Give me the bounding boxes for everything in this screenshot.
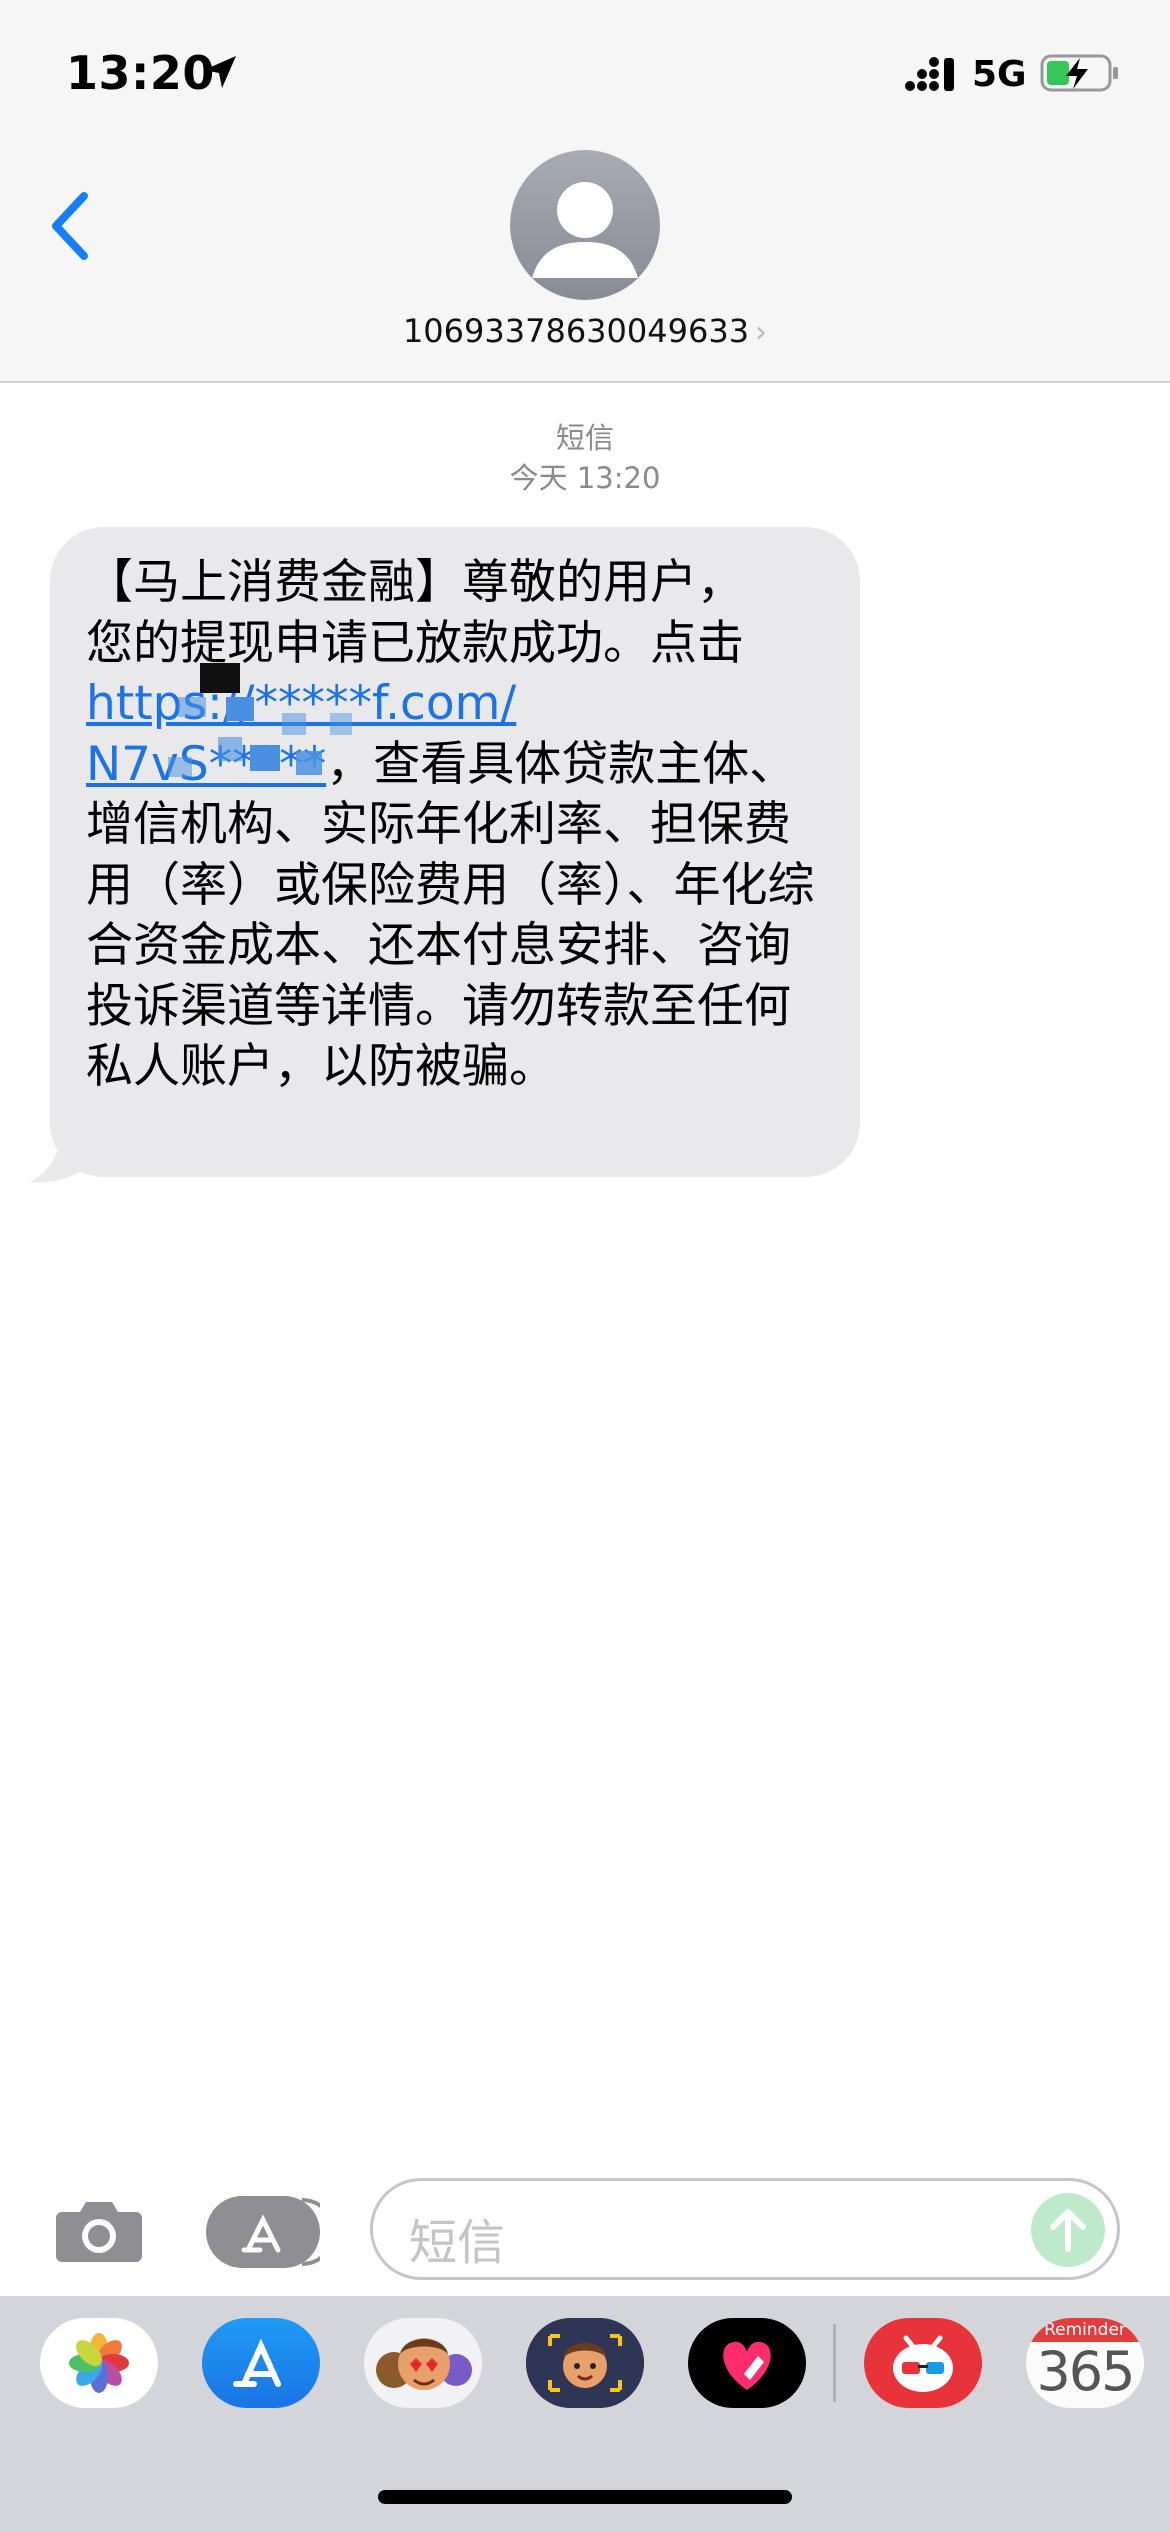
fun-app-icon[interactable] — [864, 2318, 982, 2408]
drawer-separator — [833, 2324, 836, 2402]
photos-app-icon[interactable] — [40, 2318, 158, 2408]
message-input[interactable]: 短信 — [370, 2178, 1120, 2280]
person-silhouette-icon — [532, 182, 638, 278]
camera-icon[interactable] — [54, 2196, 144, 2264]
memoji-stickers-app-icon[interactable] — [364, 2318, 482, 2408]
send-button[interactable] — [1031, 2193, 1105, 2267]
chevron-right-icon: › — [755, 315, 768, 350]
location-arrow-icon — [204, 56, 236, 88]
app-store-icon — [241, 2198, 336, 2266]
status-time: 13:20 — [66, 46, 215, 100]
timestamp-time: 13:20 — [576, 461, 661, 495]
message-timestamp: 今天 13:20 — [0, 458, 1170, 498]
arrow-up-icon — [1050, 2209, 1086, 2252]
memoji-app-icon[interactable] — [526, 2318, 644, 2408]
apps-button[interactable] — [206, 2196, 336, 2268]
message-line-1: 【马上消费金融】尊敬的用户， — [86, 555, 744, 610]
contact-avatar[interactable] — [510, 150, 660, 300]
message-bubble[interactable]: 【马上消费金融】尊敬的用户， 您的提现申请已放款成功。点击 https://**… — [50, 527, 860, 1177]
cellular-signal-icon — [905, 57, 954, 91]
timestamp-day: 今天 — [509, 461, 568, 495]
message-text: 【马上消费金融】尊敬的用户， 您的提现申请已放款成功。点击 https://**… — [86, 553, 824, 1098]
message-line-2: 您的提现申请已放款成功。点击 — [86, 615, 744, 671]
digital-touch-app-icon[interactable] — [688, 2318, 806, 2408]
reminder-365-app-icon[interactable]: Reminder 365 — [1026, 2318, 1144, 2408]
service-label: 短信 — [555, 421, 614, 455]
network-type: 5G — [972, 54, 1027, 95]
reminder-number: 365 — [1036, 2340, 1135, 2403]
message-meta: 短信 今天 13:20 — [0, 418, 1170, 498]
app-store-app-icon[interactable] — [202, 2318, 320, 2408]
reminder-label: Reminder — [1044, 2320, 1126, 2340]
input-placeholder: 短信 — [409, 2215, 506, 2271]
battery-charging-icon — [1040, 54, 1118, 92]
contact-number: 10693378630049633 — [402, 312, 750, 350]
contact-name-button[interactable]: 10693378630049633 › — [0, 312, 1170, 350]
home-indicator[interactable] — [378, 2490, 792, 2504]
conversation-header: 13:20 5G 10693378630049633 › — [0, 0, 1170, 383]
back-chevron-icon[interactable] — [44, 186, 98, 266]
message-link-line-2: N7vS***** — [86, 736, 327, 792]
